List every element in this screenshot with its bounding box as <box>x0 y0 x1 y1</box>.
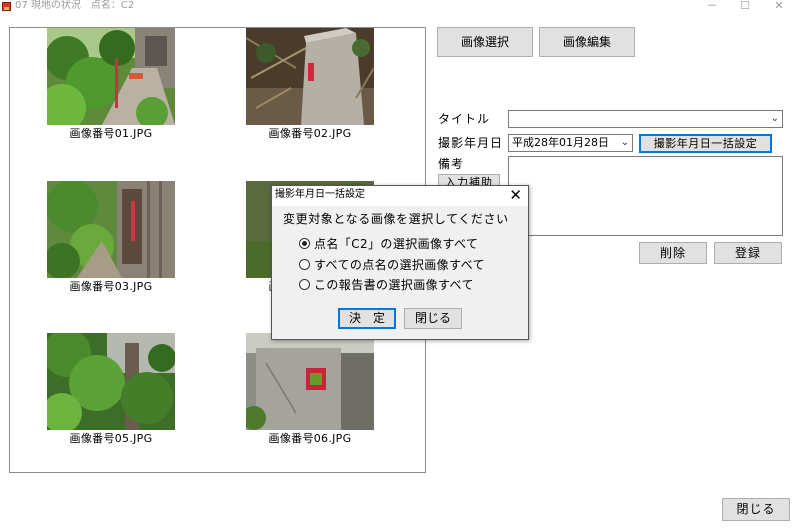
radio-selected-icon[interactable] <box>299 238 310 249</box>
radio-option-label: 点名「C2」の選択画像すべて <box>314 237 479 251</box>
image-thumbnail-02[interactable] <box>246 28 374 125</box>
image-thumbnail-06[interactable] <box>246 333 374 430</box>
radio-option-label: この報告書の選択画像すべて <box>314 278 474 292</box>
dialog-title: 撮影年月日一括設定 <box>275 189 365 200</box>
register-button[interactable]: 登録 <box>714 242 782 264</box>
title-label: タイトル <box>438 112 491 126</box>
image-caption-01: 画像番号01.JPG <box>69 127 153 140</box>
image-thumbnail-03[interactable] <box>47 181 175 278</box>
dialog-titlebar: 撮影年月日一括設定 ✕ <box>272 186 528 206</box>
radio-unselected-icon[interactable] <box>299 259 310 270</box>
edit-image-button[interactable]: 画像編集 <box>539 27 635 57</box>
radio-unselected-icon[interactable] <box>299 279 310 290</box>
maximize-button[interactable]: ☐ <box>730 0 760 12</box>
chevron-down-icon[interactable]: ⌄ <box>621 135 629 151</box>
image-caption-03: 画像番号03.JPG <box>69 280 153 293</box>
minimize-button[interactable]: － <box>697 0 727 12</box>
title-combobox[interactable]: ⌄ <box>508 110 783 128</box>
app-icon <box>2 2 11 11</box>
remarks-label: 備考 <box>438 157 465 171</box>
dialog-close-button[interactable]: 閉じる <box>404 308 462 329</box>
window-titlebar: 07 現地の状況 点名：C2 － ☐ ✕ <box>0 0 800 14</box>
image-caption-02: 画像番号02.JPG <box>268 127 352 140</box>
dialog-close-icon[interactable]: ✕ <box>509 187 522 203</box>
date-label: 撮影年月日 <box>438 136 504 150</box>
image-thumbnail-05[interactable] <box>47 333 175 430</box>
delete-button[interactable]: 削除 <box>639 242 707 264</box>
select-image-button[interactable]: 画像選択 <box>437 27 533 57</box>
image-caption-05: 画像番号05.JPG <box>69 432 153 445</box>
date-picker[interactable]: 平成28年01月28日 ⌄ <box>508 134 633 152</box>
close-button[interactable]: 閉じる <box>722 498 790 521</box>
image-caption-06: 画像番号06.JPG <box>268 432 352 445</box>
window-close-button[interactable]: ✕ <box>764 0 794 12</box>
chevron-down-icon[interactable]: ⌄ <box>771 111 779 127</box>
radio-option-label: すべての点名の選択画像すべて <box>314 258 485 272</box>
bulk-date-set-button[interactable]: 撮影年月日一括設定 <box>639 134 772 153</box>
dialog-prompt: 変更対象となる画像を選択してください <box>283 212 509 226</box>
dialog-ok-button[interactable]: 決 定 <box>338 308 396 329</box>
window-title: 07 現地の状況 点名：C2 <box>15 0 135 11</box>
remarks-textarea[interactable] <box>508 156 783 236</box>
date-value: 平成28年01月28日 <box>512 136 609 149</box>
bulk-date-dialog: 撮影年月日一括設定 ✕ 変更対象となる画像を選択してください 点名「C2」の選択… <box>271 185 529 340</box>
image-thumbnail-01[interactable] <box>47 28 175 125</box>
